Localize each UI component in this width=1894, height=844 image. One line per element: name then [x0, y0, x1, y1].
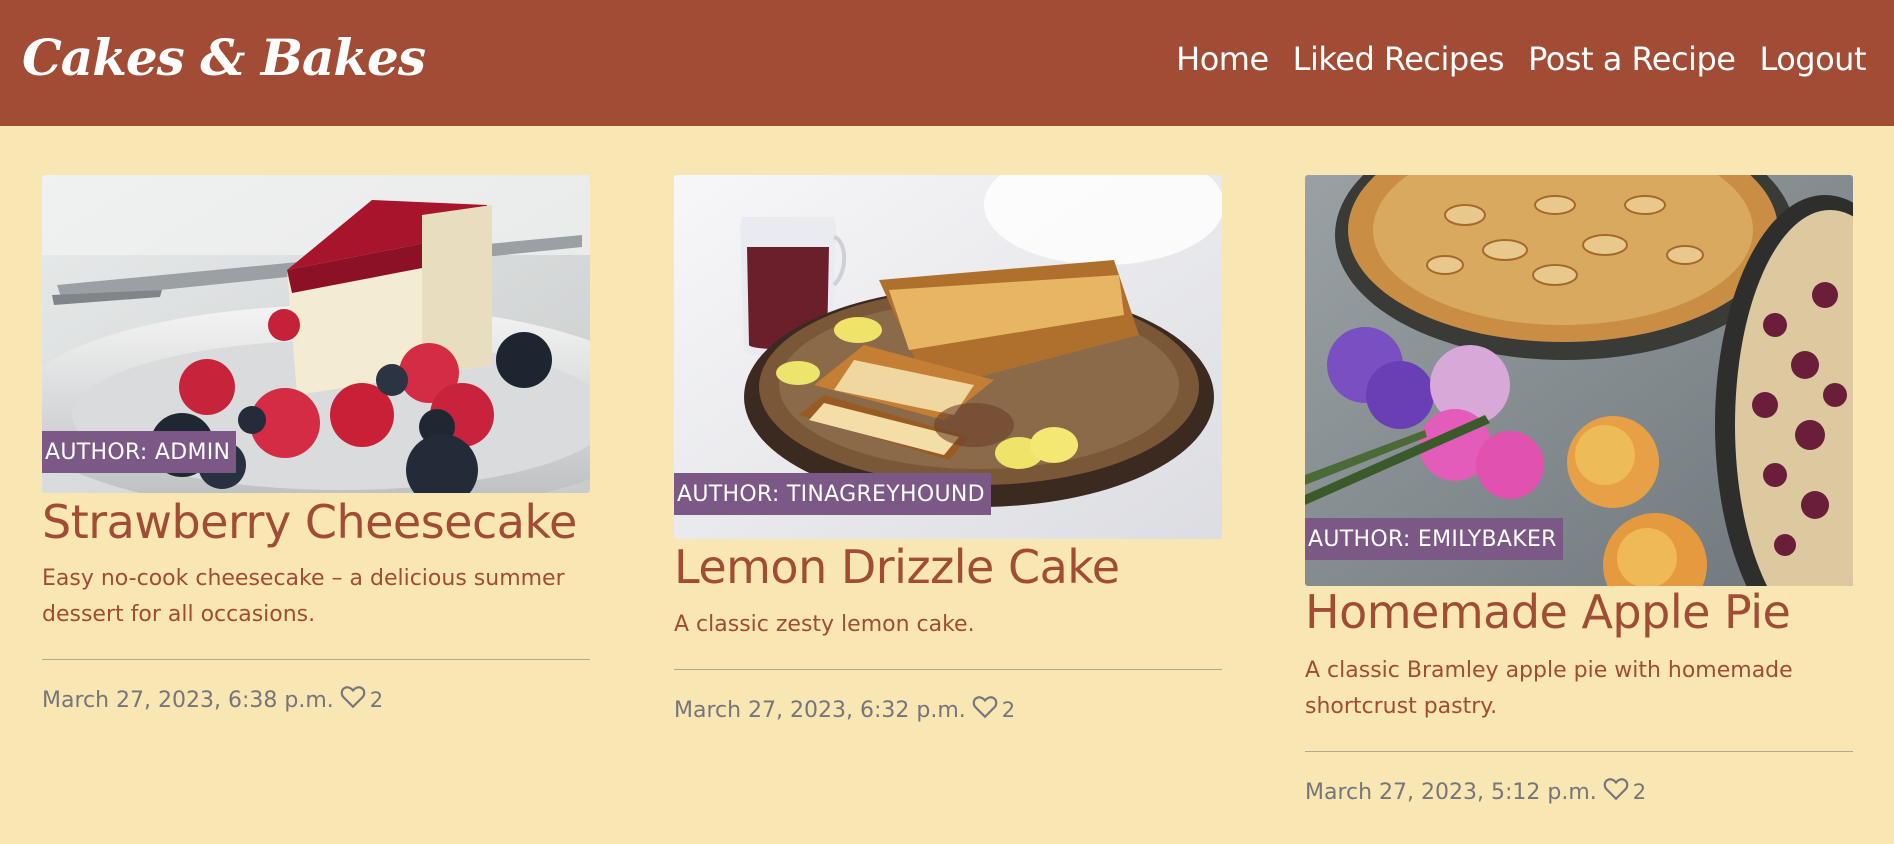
card-divider — [42, 659, 590, 660]
recipe-card: AUTHOR: ADMIN Strawberry Cheesecake Easy… — [42, 175, 590, 713]
like-count: 2 — [1001, 698, 1016, 722]
recipe-image-lemon-cake[interactable]: AUTHOR: TINAGREYHOUND — [674, 175, 1222, 539]
nav-links: Home Liked Recipes Post a Recipe Logout — [1176, 40, 1866, 78]
card-divider — [674, 669, 1222, 670]
recipe-title[interactable]: Strawberry Cheesecake — [42, 495, 577, 549]
recipe-title[interactable]: Lemon Drizzle Cake — [674, 540, 1120, 594]
navbar: Cakes & Bakes Home Liked Recipes Post a … — [0, 0, 1894, 126]
nav-link-post-recipe[interactable]: Post a Recipe — [1528, 40, 1736, 78]
recipe-description: A classic Bramley apple pie with homemad… — [1305, 658, 1793, 719]
brand-logo-link[interactable]: Cakes & Bakes — [22, 28, 426, 87]
nav-link-logout[interactable]: Logout — [1759, 40, 1866, 78]
recipe-card: AUTHOR: EMILYBAKER Homemade Apple Pie A … — [1305, 175, 1853, 805]
like-count: 2 — [369, 688, 384, 712]
recipe-image-cheesecake[interactable]: AUTHOR: ADMIN — [42, 175, 590, 493]
recipe-date: March 27, 2023, 6:32 p.m. — [674, 697, 966, 723]
recipe-card: AUTHOR: TINAGREYHOUND Lemon Drizzle Cake… — [674, 175, 1222, 723]
recipe-description: A classic zesty lemon cake. — [674, 612, 975, 637]
recipe-description: Easy no-cook cheesecake – a delicious su… — [42, 566, 565, 627]
heart-icon[interactable] — [1603, 777, 1629, 807]
nav-link-liked-recipes[interactable]: Liked Recipes — [1293, 40, 1505, 78]
recipe-meta: March 27, 2023, 5:12 p.m. 2 — [1305, 777, 1646, 807]
author-badge[interactable]: AUTHOR: EMILYBAKER — [1305, 518, 1563, 560]
recipe-date: March 27, 2023, 5:12 p.m. — [1305, 779, 1597, 805]
recipe-meta: March 27, 2023, 6:38 p.m. 2 — [42, 685, 383, 715]
recipe-date: March 27, 2023, 6:38 p.m. — [42, 687, 334, 713]
author-badge[interactable]: AUTHOR: TINAGREYHOUND — [674, 473, 991, 515]
card-divider — [1305, 751, 1853, 752]
like-count: 2 — [1632, 780, 1647, 804]
heart-icon[interactable] — [340, 685, 366, 715]
heart-icon[interactable] — [972, 695, 998, 725]
recipe-title[interactable]: Homemade Apple Pie — [1305, 585, 1791, 639]
recipe-meta: March 27, 2023, 6:32 p.m. 2 — [674, 695, 1015, 725]
author-badge[interactable]: AUTHOR: ADMIN — [42, 431, 237, 473]
nav-link-home[interactable]: Home — [1176, 40, 1269, 78]
recipe-image-apple-pie[interactable]: AUTHOR: EMILYBAKER — [1305, 175, 1853, 586]
